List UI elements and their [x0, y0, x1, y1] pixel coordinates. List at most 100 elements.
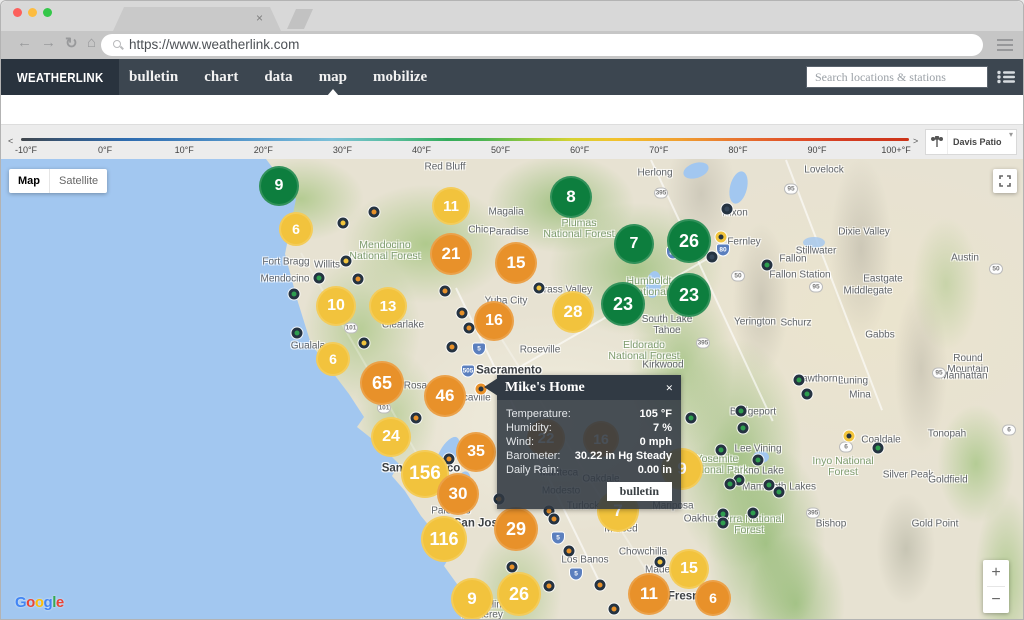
highway-shield: 395 [806, 508, 820, 519]
station-marker[interactable] [725, 479, 736, 490]
cluster-marker[interactable]: 23 [601, 282, 645, 326]
bulletin-button[interactable]: bulletin [607, 482, 672, 501]
station-marker[interactable] [440, 286, 451, 297]
cluster-marker[interactable]: 7 [614, 224, 654, 264]
station-marker[interactable] [369, 207, 380, 218]
google-logo[interactable]: Google [15, 594, 64, 611]
station-marker[interactable] [716, 445, 727, 456]
station-marker[interactable] [844, 431, 855, 442]
map-canvas[interactable]: Red BluffMagaliaChicoParadiseFort BraggW… [1, 159, 1024, 620]
cluster-marker[interactable]: 6 [279, 212, 313, 246]
new-tab-button[interactable] [287, 9, 313, 29]
station-marker[interactable] [595, 580, 606, 591]
station-marker[interactable] [764, 480, 775, 491]
weatherlink-logo[interactable]: WEATHERLINK [1, 59, 119, 95]
station-marker[interactable] [762, 260, 773, 271]
cluster-marker[interactable]: 16 [474, 301, 514, 341]
station-marker[interactable] [507, 562, 518, 573]
nav-item-data[interactable]: data [264, 69, 292, 86]
station-marker[interactable] [292, 328, 303, 339]
station-marker[interactable] [794, 375, 805, 386]
scale-next-arrow[interactable]: > [913, 136, 918, 146]
forward-icon[interactable]: → [41, 34, 56, 51]
cluster-marker[interactable]: 24 [371, 417, 411, 457]
station-marker[interactable] [314, 273, 325, 284]
cluster-marker[interactable]: 30 [437, 473, 479, 515]
station-list-icon[interactable] [997, 70, 1015, 84]
station-marker[interactable] [609, 604, 620, 615]
cluster-marker[interactable]: 65 [360, 361, 404, 405]
map-type-map-button[interactable]: Map [9, 175, 49, 187]
cluster-marker[interactable]: 13 [369, 287, 407, 325]
station-marker[interactable] [736, 406, 747, 417]
cluster-marker[interactable]: 46 [424, 375, 466, 417]
reload-icon[interactable]: ↻ [65, 34, 78, 52]
map-type-satellite-button[interactable]: Satellite [50, 175, 107, 187]
station-marker[interactable] [447, 342, 458, 353]
nav-item-mobilize[interactable]: mobilize [373, 69, 427, 86]
station-marker[interactable] [655, 557, 666, 568]
map-label: Bishop [816, 519, 847, 530]
nav-item-chart[interactable]: chart [204, 69, 238, 86]
cluster-marker[interactable]: 23 [667, 273, 711, 317]
url-text[interactable]: https://www.weatherlink.com [129, 37, 299, 52]
station-marker[interactable] [411, 413, 422, 424]
station-marker[interactable] [353, 274, 364, 285]
station-marker[interactable] [753, 455, 764, 466]
station-marker[interactable] [718, 518, 729, 529]
cluster-marker[interactable]: 26 [497, 572, 541, 616]
browser-tab[interactable]: × [113, 7, 281, 31]
nav-item-map[interactable]: map [319, 69, 347, 86]
cluster-marker[interactable]: 28 [552, 291, 594, 333]
station-marker[interactable] [722, 204, 733, 215]
window-close-button[interactable] [13, 8, 22, 17]
station-marker[interactable] [716, 232, 727, 243]
back-icon[interactable]: ← [17, 34, 32, 51]
tab-close-icon[interactable]: × [256, 11, 263, 25]
cluster-marker[interactable]: 21 [430, 233, 472, 275]
home-icon[interactable]: ⌂ [87, 34, 96, 51]
address-bar[interactable]: https://www.weatherlink.com [101, 34, 983, 56]
zoom-in-button[interactable]: + [983, 560, 1009, 586]
station-search-input[interactable] [806, 66, 988, 88]
station-marker[interactable] [774, 487, 785, 498]
station-marker[interactable] [549, 514, 560, 525]
cluster-marker[interactable]: 8 [550, 176, 592, 218]
browser-menu-icon[interactable] [997, 39, 1013, 51]
station-selector-dropdown[interactable]: Davis Patio ▾ [925, 129, 1017, 155]
cluster-marker[interactable]: 26 [667, 219, 711, 263]
station-marker[interactable] [534, 283, 545, 294]
station-marker[interactable] [544, 581, 555, 592]
cluster-marker[interactable]: 6 [316, 342, 350, 376]
fullscreen-button[interactable] [993, 169, 1017, 193]
cluster-marker[interactable]: 6 [695, 580, 731, 616]
cluster-marker[interactable]: 9 [259, 166, 299, 206]
window-maximize-button[interactable] [43, 8, 52, 17]
cluster-marker[interactable]: 9 [451, 578, 493, 620]
station-marker[interactable] [738, 423, 749, 434]
station-marker[interactable] [686, 413, 697, 424]
scale-prev-arrow[interactable]: < [8, 136, 13, 146]
station-marker[interactable] [464, 323, 475, 334]
cluster-marker[interactable]: 15 [495, 242, 537, 284]
station-marker[interactable] [748, 508, 759, 519]
cluster-marker[interactable]: 11 [628, 573, 670, 615]
station-marker[interactable] [341, 256, 352, 267]
nav-item-bulletin[interactable]: bulletin [129, 69, 178, 86]
station-marker[interactable] [359, 338, 370, 349]
station-marker[interactable] [289, 289, 300, 300]
station-marker[interactable] [564, 546, 575, 557]
cluster-marker[interactable]: 29 [494, 507, 538, 551]
zoom-out-button[interactable]: − [983, 587, 1009, 613]
station-marker[interactable] [457, 308, 468, 319]
cluster-marker[interactable]: 11 [432, 187, 470, 225]
cluster-marker[interactable]: 10 [316, 286, 356, 326]
cluster-marker[interactable]: 116 [421, 516, 467, 562]
station-marker[interactable] [873, 443, 884, 454]
station-marker[interactable] [338, 218, 349, 229]
cluster-marker[interactable]: 35 [456, 432, 496, 472]
station-marker[interactable] [707, 252, 718, 263]
window-minimize-button[interactable] [28, 8, 37, 17]
popup-close-icon[interactable]: × [666, 380, 673, 396]
station-marker[interactable] [802, 389, 813, 400]
